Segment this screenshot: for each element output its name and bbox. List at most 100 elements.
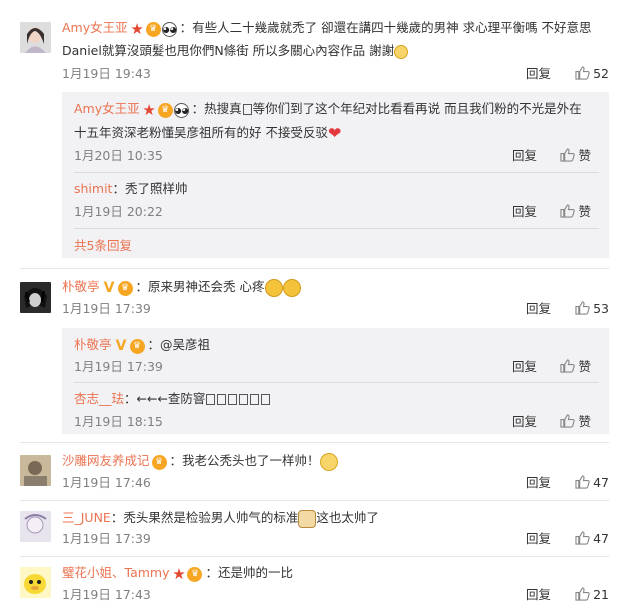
reply-meta: 1月19日 17:39 回复 赞 [74,357,599,377]
comment-meta: 1月19日 19:43 回复 52 [62,64,609,84]
comment-item: Amy女王亚 ★ ♛ ◕◕ ：有些人二十幾歲就禿了 卻還在講四十幾歲的男神 求心理平衡嗎… [0,0,619,258]
reply-button[interactable]: 回复 [526,473,551,493]
missing-glyph-icon [217,394,227,405]
more-replies-link[interactable]: 共5条回复 [74,236,132,256]
username-link[interactable]: Amy女王亚 [74,101,140,116]
username-link[interactable]: 璧花小姐、Tammy [62,565,169,580]
timestamp: 1月19日 17:39 [74,359,163,374]
like-button[interactable]: 47 [575,529,609,549]
missing-glyph-icon [242,104,252,115]
reply-button[interactable]: 回复 [512,357,537,377]
like-button[interactable]: 赞 [560,412,591,432]
user-badges: ♛ [151,451,168,473]
like-button[interactable]: 21 [575,585,609,605]
thumbs-up-icon [575,531,590,545]
timestamp: 1月19日 19:43 [62,66,151,81]
like-count: 21 [593,587,609,602]
username-link[interactable]: 朴敬亭 [62,279,100,294]
reply-meta: 1月19日 18:15 回复 赞 [74,412,599,432]
like-button[interactable]: 47 [575,473,609,493]
cat-emoji-icon [298,509,317,528]
username-link[interactable]: 朴敬亭 [74,337,112,352]
like-button[interactable]: 53 [575,299,609,319]
comment-divider [20,556,609,557]
missing-glyph-icon [206,394,216,405]
like-button[interactable]: 52 [575,64,609,84]
timestamp: 1月19日 17:39 [62,301,151,316]
comment-text: Amy女王亚 ★ ♛ ◕◕ ：有些人二十幾歲就禿了 卻還在講四十幾歲的男神 求心理平衡嗎… [62,18,592,40]
comment-divider [20,500,609,501]
user-badges: V ♛ [114,335,146,357]
reply-button[interactable]: 回复 [512,202,537,222]
thumbs-up-icon [560,414,576,428]
verified-v-icon: V [115,337,127,354]
reply-button[interactable]: 回复 [526,529,551,549]
username-link[interactable]: 杏志__珐 [74,391,124,406]
avatar[interactable] [20,22,51,53]
missing-glyph-icon [261,394,271,405]
comment-meta: 1月19日 17:39 回复 47 [62,529,609,549]
thumbs-up-icon [575,587,590,601]
like-button[interactable]: 赞 [560,357,591,377]
comment-text-line2: Daniel就算沒頭髮也甩你們N條街 所以多關心內容作品 謝謝 [62,40,609,62]
heart-icon: ❤ [327,123,342,143]
reply-item: Amy女王亚 ★ ♛ ◕◕ ：热搜真 等你们到了这个年纪对比看看再说 而且我们粉的不光是外… [74,96,609,173]
like-count: 53 [593,301,609,316]
user-badges: ★ ♛ [171,563,203,585]
crying-emoji-icon [264,278,283,297]
reply-text: shimit：秃了照样帅 [74,181,188,196]
like-button[interactable]: 赞 [560,202,591,222]
username-link[interactable]: 三_JUNE [62,510,111,525]
thumbs-up-icon [575,475,590,489]
reply-button[interactable]: 回复 [512,412,537,432]
comment-text: 沙雕网友养成记 ♛ ：我老公秃头也了一样帅！ [62,450,609,473]
comment-item: 朴敬亭 V ♛ ：原来男神还会秃 心疼 1月19日 17:39 回复 53 朴敬亭 V ♛… [0,270,619,440]
thumbs-up-icon [575,66,590,80]
avatar[interactable] [20,511,51,542]
username-link[interactable]: 沙雕网友养成记 [62,453,150,468]
like-button[interactable]: 赞 [560,146,591,166]
comment-meta: 1月19日 17:43 回复 21 [62,585,609,605]
avatar[interactable] [20,282,51,313]
username-link[interactable]: Amy女王亚 [62,20,128,35]
timestamp: 1月19日 17:39 [62,531,151,546]
comment-item: 璧花小姐、Tammy ★ ♛ ：还是帅的一比 1月19日 17:43 回复 21 [0,558,619,608]
reply-button[interactable]: 回复 [526,64,551,84]
avatar[interactable] [20,567,51,598]
reply-divider [74,172,599,173]
timestamp: 1月19日 17:43 [62,587,151,602]
crying-emoji-icon [282,278,301,297]
vip-crown-icon: ♛ [117,280,133,296]
reply-button[interactable]: 回复 [512,146,537,166]
reply-meta: 1月19日 20:22 回复 赞 [74,202,599,222]
comment-text: 朴敬亭 V ♛ ：原来男神还会秃 心疼 [62,276,609,299]
timestamp: 1月19日 20:22 [74,204,163,219]
like-count: 47 [593,475,609,490]
reply-button[interactable]: 回复 [526,299,551,319]
panda-badge-icon: ◕◕ [161,21,177,37]
comment-divider [20,268,609,269]
reply-button[interactable]: 回复 [526,585,551,605]
missing-glyph-icon [250,394,260,405]
thumbs-up-icon [560,148,576,162]
user-badges: ★ ♛ ◕◕ [130,18,178,40]
emoji-icon [319,452,338,471]
reply-item: shimit：秃了照样帅 1月19日 20:22 回复 赞 [74,176,609,229]
vip-crown-icon: ♛ [187,566,203,582]
username-link[interactable]: shimit [74,181,112,196]
comment-text: 璧花小姐、Tammy ★ ♛ ：还是帅的一比 [62,563,293,585]
emoji-icon [394,44,409,59]
timestamp: 1月19日 17:46 [62,475,151,490]
reply-text-line2: 十五年资深老粉懂吴彦祖所有的好 不接受反驳❤ [74,123,342,143]
user-badges: V ♛ [102,277,134,299]
reply-divider [74,382,599,383]
missing-glyph-icon [239,394,249,405]
replies-box: 朴敬亭 V ♛ ：@吴彦祖 1月19日 17:39 回复 赞 杏志__珐：←←←查防窨… [62,328,609,434]
reply-text: 朴敬亭 V ♛ ：@吴彦祖 [74,334,599,357]
reply-item: 朴敬亭 V ♛ ：@吴彦祖 1月19日 17:39 回复 赞 [74,332,609,383]
replies-box: Amy女王亚 ★ ♛ ◕◕ ：热搜真 等你们到了这个年纪对比看看再说 而且我们粉的不光是外… [62,92,609,258]
avatar[interactable] [20,455,51,486]
reply-divider [74,228,599,229]
verified-v-icon: V [103,279,115,296]
comment-item: 三_JUNE：秃头果然是检验男人帅气的标准 这也太帅了 1月19日 17:39 回… [0,502,619,556]
